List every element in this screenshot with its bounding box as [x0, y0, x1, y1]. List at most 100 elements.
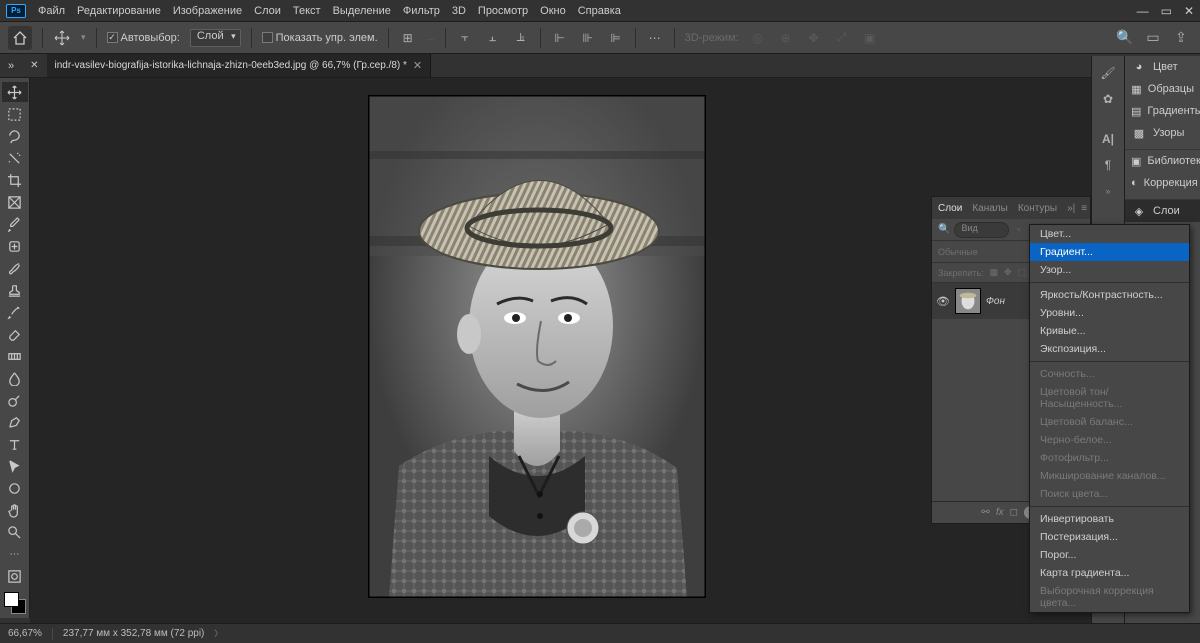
zoom-tool[interactable] [2, 522, 28, 542]
menu-view[interactable]: Просмотр [472, 5, 534, 17]
mode3d-scale-icon[interactable]: ⤢ [833, 29, 851, 47]
panel-collapse-icon[interactable]: »| [1067, 203, 1075, 214]
tab-channels[interactable]: Каналы [972, 203, 1008, 214]
wand-tool[interactable] [2, 148, 28, 168]
shape-tool[interactable] [2, 478, 28, 498]
layer-mask-icon[interactable]: ◻ [1010, 507, 1018, 518]
window-close[interactable]: ✕ [1184, 4, 1194, 18]
share-icon[interactable]: ⇪ [1170, 27, 1192, 49]
menu-item[interactable]: Уровни... [1030, 304, 1189, 322]
mode3d-camera-icon[interactable]: ▣ [861, 29, 879, 47]
brush-settings-icon[interactable]: 🖌 [1096, 62, 1120, 84]
menu-layers[interactable]: Слои [248, 5, 287, 17]
distribute-icon[interactable]: ⋯ [646, 29, 664, 47]
menu-item[interactable]: Инвертировать [1030, 510, 1189, 528]
menu-3d[interactable]: 3D [446, 5, 472, 17]
menu-file[interactable]: Файл [32, 5, 71, 17]
stamp-tool[interactable] [2, 280, 28, 300]
menu-edit[interactable]: Редактирование [71, 5, 167, 17]
panel-adjustments[interactable]: ◐Коррекция [1125, 172, 1200, 194]
menu-window[interactable]: Окно [534, 5, 572, 17]
panel-layers[interactable]: ◈Слои [1125, 200, 1200, 222]
menu-image[interactable]: Изображение [167, 5, 248, 17]
menu-text[interactable]: Текст [287, 5, 327, 17]
blur-tool[interactable] [2, 368, 28, 388]
menu-item[interactable]: Экспозиция... [1030, 340, 1189, 358]
align-top-icon[interactable]: ⫟ [456, 29, 474, 47]
lasso-tool[interactable] [2, 126, 28, 146]
panel-patterns[interactable]: ▩Узоры [1125, 122, 1200, 144]
status-menu-chevron[interactable]: 〉 [214, 628, 222, 639]
panel-libraries[interactable]: ▣Библиотеки [1125, 150, 1200, 172]
mode3d-orbit-icon[interactable]: ◎ [749, 29, 767, 47]
menu-item[interactable]: Кривые... [1030, 322, 1189, 340]
menu-select[interactable]: Выделение [327, 5, 397, 17]
lock-pixels-icon[interactable]: ▦ [990, 267, 999, 278]
panel-swatches[interactable]: ▦Образцы [1125, 78, 1200, 100]
eraser-tool[interactable] [2, 324, 28, 344]
home-button[interactable] [8, 26, 32, 50]
align-right-icon[interactable]: ⊫ [607, 29, 625, 47]
menu-item[interactable]: Порог... [1030, 546, 1189, 564]
path-select-tool[interactable] [2, 456, 28, 476]
panel-expand-icon[interactable]: » [1096, 180, 1120, 202]
window-maximize[interactable]: ▭ [1161, 4, 1172, 18]
frame-tool[interactable] [2, 192, 28, 212]
menu-item[interactable]: Яркость/Контрастность... [1030, 286, 1189, 304]
filter-pixel-icon[interactable]: ▫ [1013, 224, 1024, 235]
character-panel-icon[interactable]: A| [1096, 128, 1120, 150]
document-canvas[interactable] [369, 96, 705, 597]
layer-visibility-icon[interactable]: 👁 [936, 295, 950, 308]
lock-position-icon[interactable]: ✥ [1004, 267, 1012, 278]
dodge-tool[interactable] [2, 390, 28, 410]
panel-color[interactable]: ◕Цвет [1125, 56, 1200, 78]
auto-select-checkbox[interactable]: ✓Автовыбор: [107, 32, 180, 44]
layer-name[interactable]: Фон [986, 296, 1005, 307]
move-tool[interactable] [2, 82, 28, 102]
pen-tool[interactable] [2, 412, 28, 432]
menu-help[interactable]: Справка [572, 5, 627, 17]
quickmask-icon[interactable] [2, 566, 28, 586]
menu-item[interactable]: Карта градиента... [1030, 564, 1189, 582]
type-tool[interactable] [2, 434, 28, 454]
align-row-icon[interactable]: ⊞ [399, 29, 417, 47]
tab-layers[interactable]: Слои [938, 203, 962, 214]
link-layers-icon[interactable]: ⚯ [981, 507, 989, 518]
mode3d-move-icon[interactable]: ✥ [805, 29, 823, 47]
menu-item[interactable]: Постеризация... [1030, 528, 1189, 546]
show-controls-checkbox[interactable]: Показать упр. элем. [262, 32, 378, 44]
menu-item[interactable]: Градиент... [1030, 243, 1189, 261]
zoom-level[interactable]: 66,67% [8, 628, 42, 639]
panel-gradients[interactable]: ▤Градиенты [1125, 100, 1200, 122]
eyedropper-tool[interactable] [2, 214, 28, 234]
layer-fx-icon[interactable]: fx [996, 507, 1004, 518]
menu-item[interactable]: Цвет... [1030, 225, 1189, 243]
align-hcenter-icon[interactable]: ⊪ [579, 29, 597, 47]
layer-filter-input[interactable]: Вид [954, 222, 1009, 238]
mode3d-pan-icon[interactable]: ⊕ [777, 29, 795, 47]
brush-tool[interactable] [2, 258, 28, 278]
hand-tool[interactable] [2, 500, 28, 520]
align-left-icon[interactable]: ⊩ [551, 29, 569, 47]
auto-select-target[interactable]: Слой [190, 29, 241, 47]
menu-filter[interactable]: Фильтр [397, 5, 446, 17]
close-tab-icon[interactable]: ✕ [413, 59, 422, 72]
heal-tool[interactable] [2, 236, 28, 256]
document-tab[interactable]: indr-vasilev-biografija-istorika-lichnaj… [47, 54, 432, 77]
menu-item[interactable]: Узор... [1030, 261, 1189, 279]
workspace-icon[interactable]: ▭ [1142, 27, 1164, 49]
tabs-scroll-prev[interactable]: » [0, 60, 22, 72]
paragraph-panel-icon[interactable]: ¶ [1096, 154, 1120, 176]
search-icon[interactable]: 🔍 [1114, 27, 1136, 49]
crop-tool[interactable] [2, 170, 28, 190]
align-bottom-icon[interactable]: ⫡ [512, 29, 530, 47]
window-minimize[interactable]: — [1137, 4, 1149, 18]
adjustments-icon[interactable]: ✿ [1096, 88, 1120, 110]
marquee-tool[interactable] [2, 104, 28, 124]
edit-toolbar-icon[interactable]: ⋯ [2, 544, 28, 564]
history-brush-tool[interactable] [2, 302, 28, 322]
lock-artboard-icon[interactable]: ⬚ [1018, 267, 1027, 278]
tab-close-prev[interactable]: ✕ [22, 60, 46, 71]
panel-menu-icon[interactable]: ≡ [1081, 203, 1087, 214]
gradient-tool[interactable] [2, 346, 28, 366]
